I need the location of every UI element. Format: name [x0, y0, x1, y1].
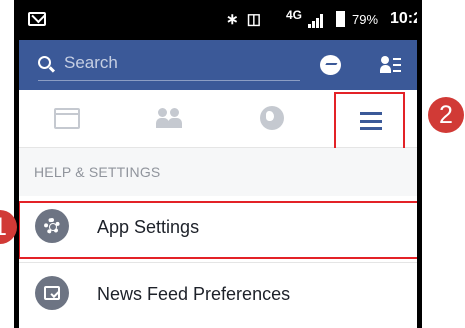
friends-icon [156, 108, 186, 128]
tab-bar [18, 90, 418, 150]
tab-notifications[interactable] [230, 90, 310, 148]
mail-icon [28, 12, 46, 26]
search-input[interactable]: Search [64, 53, 118, 73]
item-label: News Feed Preferences [97, 284, 291, 304]
divider [18, 262, 418, 263]
phone-edge-right [417, 0, 422, 328]
menu-button[interactable] [334, 92, 405, 150]
bluetooth-vibrate-icons: ∗ ◫ [226, 11, 263, 28]
battery-percent: 79% [352, 12, 379, 27]
signal-icon [308, 14, 324, 28]
phone-screen: ∗ ◫ 4G 79% 10:25 Search [18, 0, 418, 328]
battery-icon [336, 11, 345, 27]
section-title: HELP & SETTINGS [34, 164, 161, 180]
section-header: HELP & SETTINGS [18, 148, 418, 196]
menu-icon [360, 112, 382, 130]
tab-news-feed[interactable] [22, 90, 102, 148]
phone-edge-left [14, 0, 19, 328]
status-bar: ∗ ◫ 4G 79% 10:25 [18, 0, 418, 40]
globe-icon [260, 106, 284, 130]
search-underline [38, 80, 300, 81]
search-icon[interactable] [38, 56, 51, 69]
facebook-header: Search [18, 40, 418, 90]
clock: 10:25 [390, 10, 418, 27]
feed-icon [54, 108, 80, 129]
messenger-icon[interactable] [320, 55, 341, 75]
list-item-news-feed-preferences[interactable]: News Feed Preferences [18, 264, 418, 326]
step-badge-2: 2 [428, 97, 464, 133]
highlight-box-app-settings [18, 201, 418, 259]
network-type: 4G [286, 8, 303, 22]
friend-requests-icon[interactable] [380, 56, 402, 74]
tab-friends[interactable] [128, 90, 208, 148]
news-feed-preferences-icon [35, 276, 69, 310]
right-margin [421, 0, 465, 328]
